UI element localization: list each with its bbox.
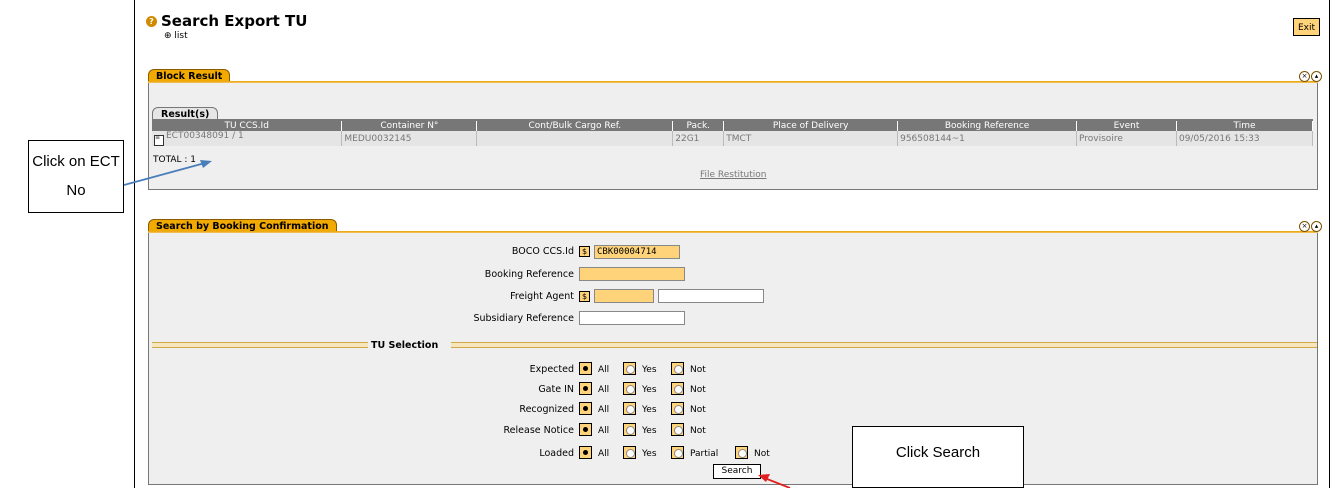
ect-arrow-head — [200, 160, 212, 168]
ect-arrow-line — [123, 162, 206, 186]
search-arrow-head — [758, 474, 770, 482]
annotation-arrows — [123, 160, 791, 488]
